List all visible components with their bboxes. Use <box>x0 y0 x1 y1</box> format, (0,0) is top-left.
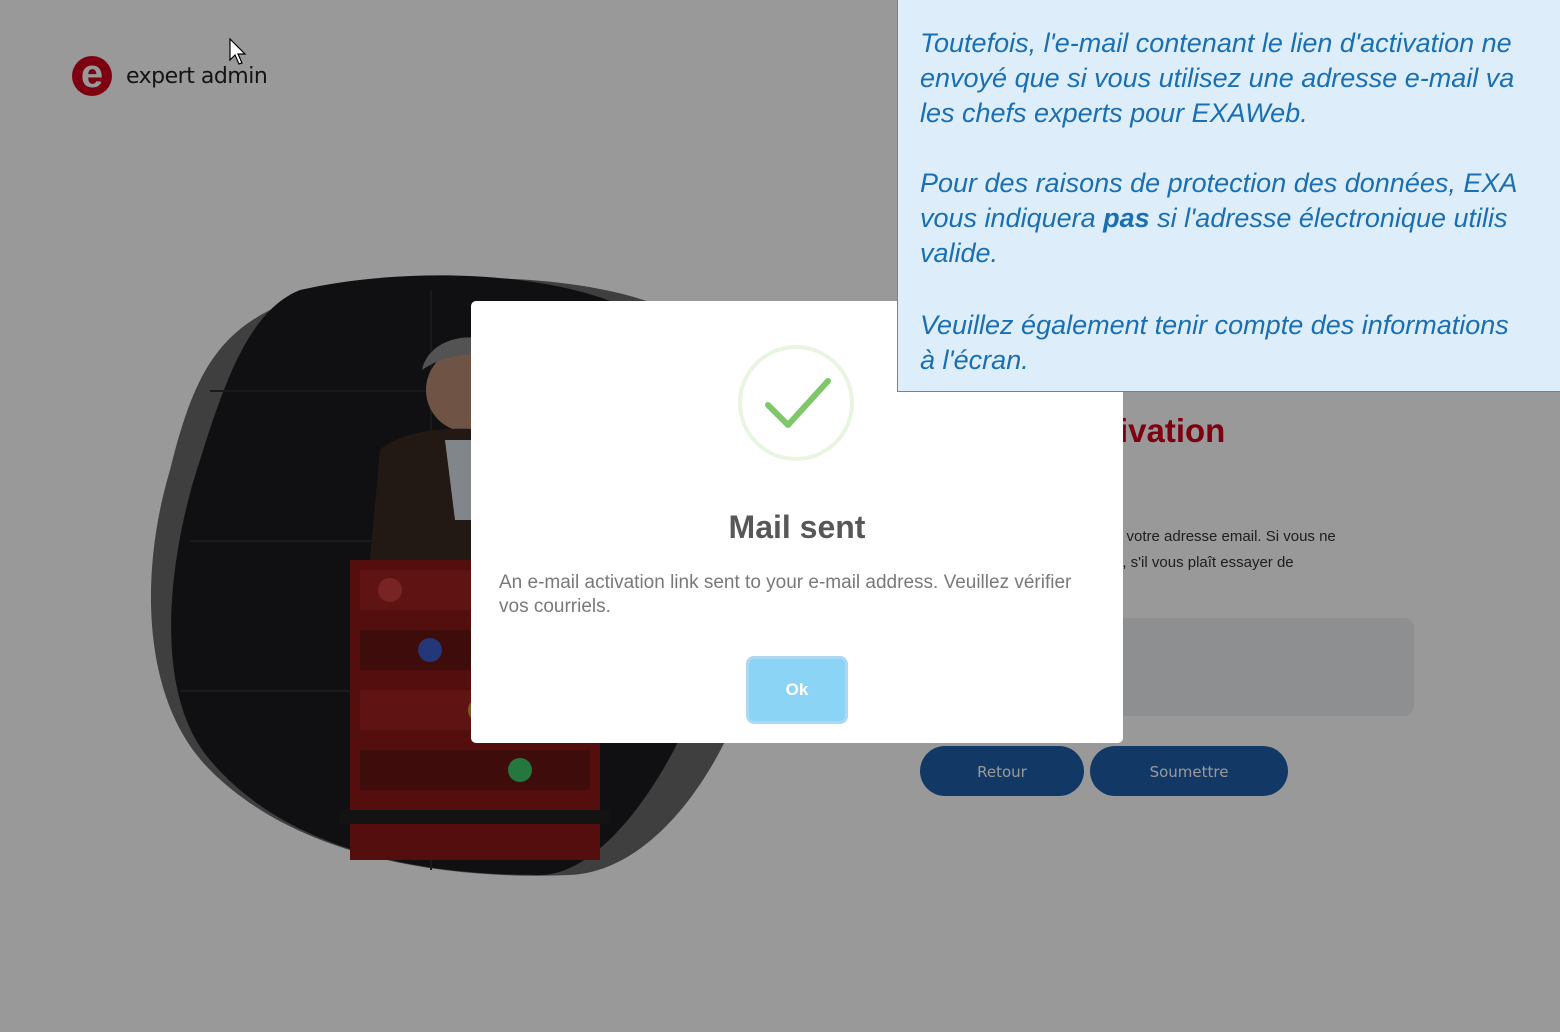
dialog-title: Mail sent <box>728 509 866 545</box>
ok-button[interactable]: Ok <box>749 659 845 721</box>
callout-p1-line-1: Toutefois, l'e-mail contenant le lien d'… <box>920 28 1512 58</box>
help-callout: Toutefois, l'e-mail contenant le lien d'… <box>897 0 1560 392</box>
callout-p3-line-2: à l'écran. <box>920 345 1029 375</box>
callout-paragraph-1: Toutefois, l'e-mail contenant le lien d'… <box>920 26 1560 131</box>
callout-p2-line-3: valide. <box>920 238 999 268</box>
callout-p2-line-2-post: si l'adresse électronique utilis <box>1149 203 1508 233</box>
callout-p3-line-1: Veuillez également tenir compte des info… <box>920 310 1509 340</box>
dialog-message: An e-mail activation link sent to your e… <box>499 572 1072 617</box>
callout-p2-line-1: Pour des raisons de protection des donné… <box>920 168 1518 198</box>
callout-p1-line-2: envoyé que si vous utilisez une adresse … <box>920 63 1515 93</box>
callout-p2-emphasis: pas <box>1103 203 1150 233</box>
callout-p2-line-2: vous indiquera pas si l'adresse électron… <box>920 201 1560 236</box>
mouse-cursor-icon <box>229 38 247 65</box>
callout-p2-line-2-pre: vous indiquera <box>920 203 1104 233</box>
success-ring <box>738 345 854 461</box>
callout-p1-line-3: les chefs experts pour EXAWeb. <box>920 98 1308 128</box>
check-icon <box>765 378 831 428</box>
callout-paragraph-3: Veuillez également tenir compte des info… <box>920 308 1560 378</box>
callout-paragraph-2: Pour des raisons de protection des donné… <box>920 166 1560 271</box>
